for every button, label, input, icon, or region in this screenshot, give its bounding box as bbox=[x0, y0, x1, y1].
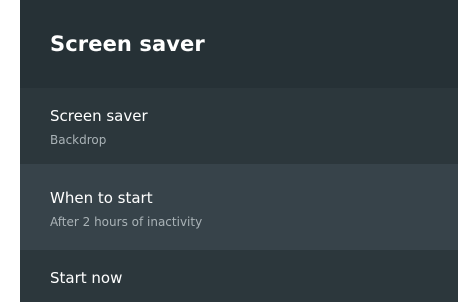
list-item-when-to-start[interactable]: When to start After 2 hours of inactivit… bbox=[20, 164, 458, 250]
panel-header: Screen saver bbox=[20, 0, 458, 88]
settings-list: Screen saver Backdrop When to start Afte… bbox=[20, 88, 458, 302]
list-item-start-now[interactable]: Start now bbox=[20, 250, 458, 302]
list-item-title: Start now bbox=[50, 269, 123, 287]
list-item-title: When to start bbox=[50, 189, 153, 207]
screen-saver-panel: Screen saver Screen saver Backdrop When … bbox=[20, 0, 458, 302]
list-item-title: Screen saver bbox=[50, 107, 148, 125]
page-title: Screen saver bbox=[50, 32, 205, 56]
list-item-subtitle: Backdrop bbox=[50, 133, 107, 147]
list-item-subtitle: After 2 hours of inactivity bbox=[50, 215, 203, 229]
list-item-screen-saver[interactable]: Screen saver Backdrop bbox=[20, 88, 458, 164]
